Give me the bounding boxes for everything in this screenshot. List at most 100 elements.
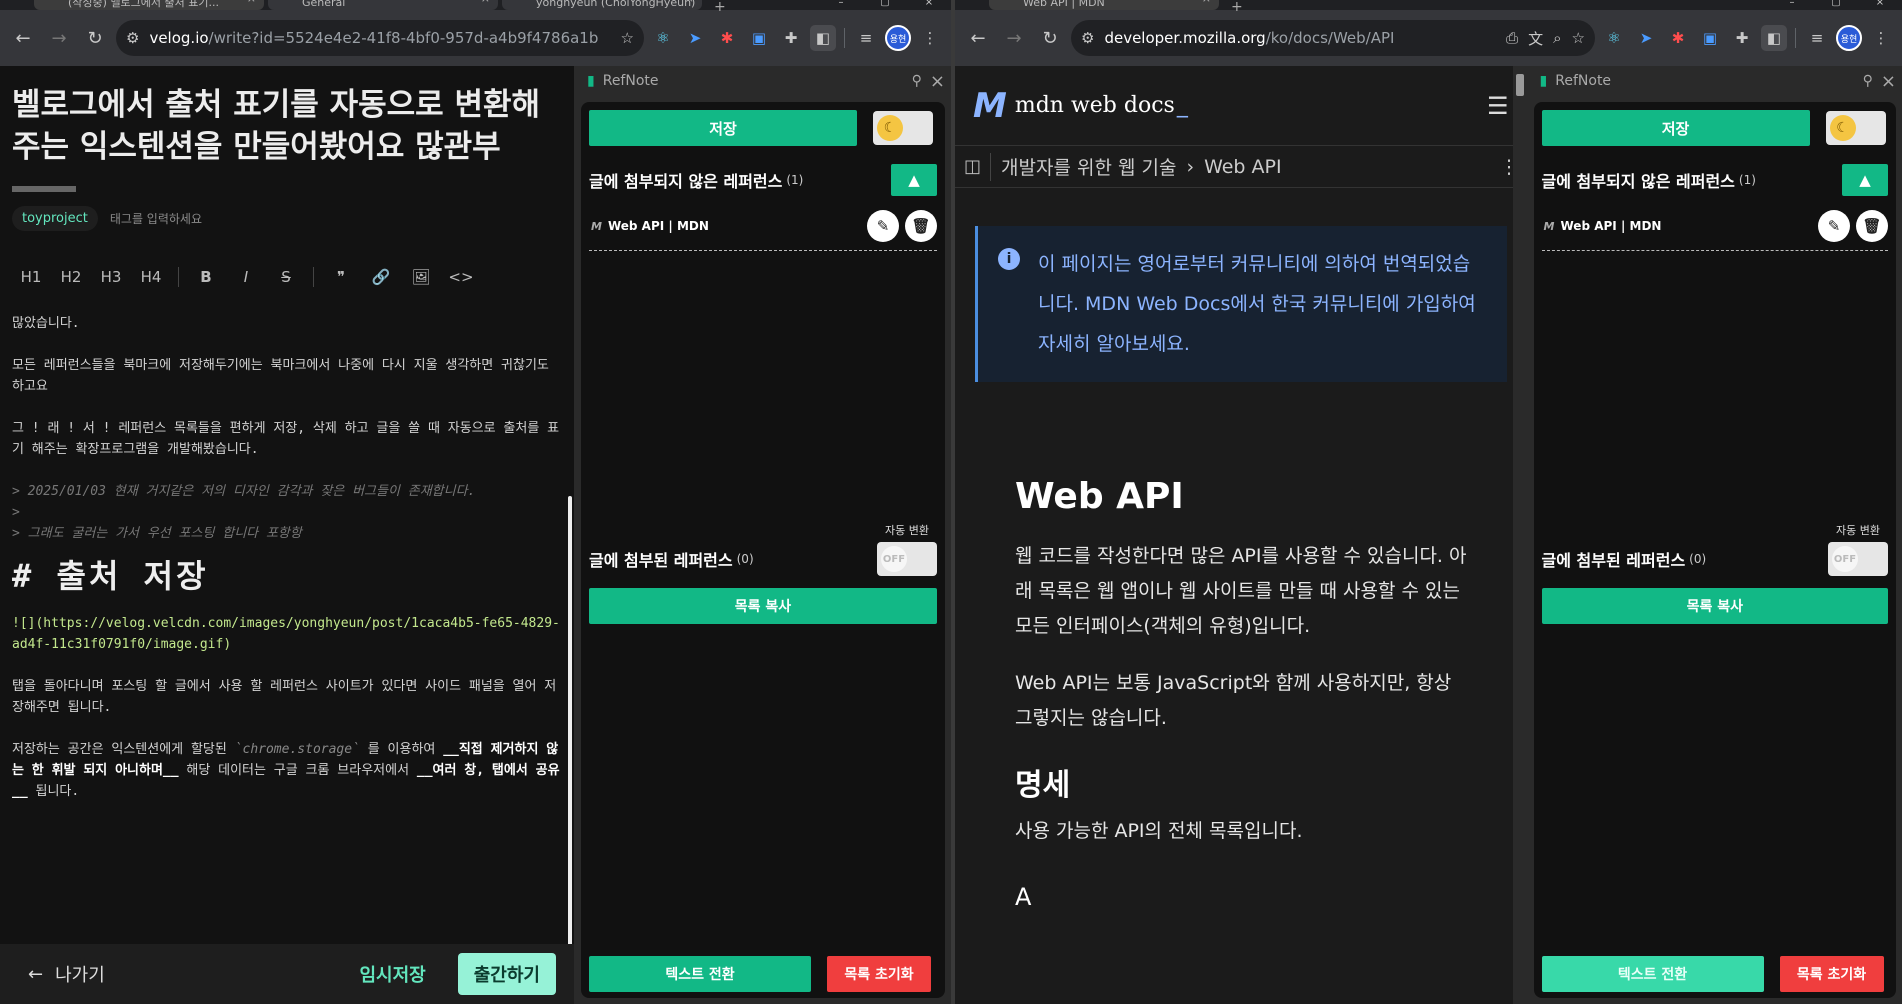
reading-list-icon[interactable]: ≡ <box>853 25 879 51</box>
edit-pencil-icon[interactable]: ✎ <box>867 210 899 242</box>
page-scrollbar[interactable] <box>1512 66 1527 1004</box>
save-reference-button[interactable]: 저장 <box>1541 110 1810 146</box>
tag-input[interactable]: 태그를 입력하세요 <box>110 210 202 227</box>
breadcrumb-current[interactable]: Web API <box>1204 156 1282 178</box>
reference-item[interactable]: M Web API | MDN ✎ 🗑 <box>1541 204 1888 251</box>
minimize-icon[interactable]: – <box>1770 0 1814 10</box>
close-window-icon[interactable]: × <box>1858 0 1902 10</box>
red-extension-icon[interactable]: ✱ <box>1665 25 1691 51</box>
cursor-extension-icon[interactable]: ➤ <box>682 25 708 51</box>
extensions-puzzle-icon[interactable]: ✚ <box>1729 25 1755 51</box>
forward-icon[interactable]: → <box>999 23 1029 53</box>
breadcrumb-link[interactable]: 개발자를 위한 웹 기술 <box>1001 153 1176 180</box>
menu-kebab-icon[interactable]: ⋮ <box>1868 25 1894 51</box>
quote-button[interactable]: ❞ <box>328 268 354 286</box>
new-tab-button[interactable]: + <box>706 0 734 14</box>
site-info-icon[interactable]: ⚙ <box>1081 29 1094 47</box>
dark-mode-toggle[interactable]: ☾ <box>873 111 933 145</box>
translate-icon[interactable]: 文 <box>1528 28 1543 49</box>
collapse-button[interactable]: ▲ <box>891 164 937 196</box>
address-bar[interactable]: ⚙ developer.mozilla.org/ko/docs/Web/API … <box>1071 20 1595 56</box>
site-info-icon[interactable]: ⚙ <box>126 29 139 47</box>
heading2-button[interactable]: H2 <box>58 268 84 286</box>
side-panel-icon[interactable]: ◧ <box>810 25 836 51</box>
tab-mdn[interactable]: Web API | MDN × <box>989 0 1219 10</box>
react-devtools-icon[interactable]: ⚛ <box>650 25 676 51</box>
edit-pencil-icon[interactable]: ✎ <box>1818 210 1850 242</box>
back-icon[interactable]: ← <box>963 23 993 53</box>
save-reference-button[interactable]: 저장 <box>589 110 857 146</box>
reset-list-button[interactable]: 목록 초기화 <box>827 956 931 992</box>
heading1-button[interactable]: H1 <box>18 268 44 286</box>
minimize-icon[interactable]: – <box>819 0 863 10</box>
reset-list-button[interactable]: 목록 초기화 <box>1779 956 1884 992</box>
reload-icon[interactable]: ↻ <box>80 23 110 53</box>
image-button[interactable]: 🖼 <box>408 268 434 286</box>
close-icon[interactable]: × <box>1881 71 1896 92</box>
heading3-button[interactable]: H3 <box>98 268 124 286</box>
close-icon[interactable]: × <box>930 71 945 92</box>
dark-mode-toggle[interactable]: ☾ <box>1825 111 1886 145</box>
react-devtools-icon[interactable]: ⚛ <box>1601 25 1627 51</box>
bookmark-star-icon[interactable]: ☆ <box>621 29 634 47</box>
cursor-extension-icon[interactable]: ➤ <box>1633 25 1659 51</box>
sidebar-toggle-icon[interactable]: ◫ <box>963 152 991 181</box>
tab-velog[interactable]: (작성중) 벨로그에서 출처 표기... × <box>34 0 264 10</box>
mdn-logo-text[interactable]: mdn web docs <box>1015 93 1175 118</box>
markdown-editor-body[interactable]: 많았습니다. 모든 레퍼런스들을 북마크에 저장해두기에는 북마크에서 나중에 … <box>0 287 574 802</box>
auto-convert-toggle[interactable]: OFF <box>877 542 937 576</box>
hamburger-menu-icon[interactable]: ☰ <box>1487 92 1509 120</box>
install-app-icon[interactable]: ⎙ <box>1506 29 1518 47</box>
note-extension-icon[interactable]: ▣ <box>746 25 772 51</box>
pin-icon[interactable]: ⚲ <box>912 73 922 89</box>
link-button[interactable]: 🔗 <box>368 268 394 286</box>
text-convert-button[interactable]: 텍스트 전환 <box>589 956 811 992</box>
new-tab-button[interactable]: + <box>1223 0 1251 14</box>
tag-chip[interactable]: toyproject <box>12 206 98 231</box>
exit-button[interactable]: ← 나가기 <box>18 961 105 987</box>
zoom-icon[interactable]: ⌕ <box>1553 29 1561 47</box>
strikethrough-button[interactable]: S <box>273 268 299 286</box>
notice-text[interactable]: 이 페이지는 영어로부터 커뮤니티에 의하여 번역되었습니다. MDN Web … <box>1038 253 1476 355</box>
auto-convert-toggle[interactable]: OFF <box>1828 542 1888 576</box>
reference-item[interactable]: M Web API | MDN ✎ 🗑 <box>589 204 937 251</box>
forward-icon[interactable]: → <box>44 23 74 53</box>
copy-list-button[interactable]: 목록 복사 <box>1541 588 1888 624</box>
red-extension-icon[interactable]: ✱ <box>714 25 740 51</box>
close-icon[interactable]: × <box>247 0 256 4</box>
trash-icon[interactable]: 🗑 <box>905 210 937 242</box>
maximize-icon[interactable]: ▢ <box>863 0 907 10</box>
pin-icon[interactable]: ⚲ <box>1863 73 1873 89</box>
scrollbar-thumb[interactable] <box>1515 74 1524 96</box>
heading4-button[interactable]: H4 <box>138 268 164 286</box>
back-icon[interactable]: ← <box>8 23 38 53</box>
maximize-icon[interactable]: ▢ <box>1814 0 1858 10</box>
copy-list-button[interactable]: 목록 복사 <box>589 588 937 624</box>
tab-github[interactable]: yonghyeun (ChoiYongHyeun)× <box>502 0 702 10</box>
note-extension-icon[interactable]: ▣ <box>1697 25 1723 51</box>
italic-button[interactable]: I <box>233 268 259 286</box>
publish-button[interactable]: 출간하기 <box>457 953 556 995</box>
menu-kebab-icon[interactable]: ⋮ <box>917 25 943 51</box>
trash-icon[interactable]: 🗑 <box>1856 210 1888 242</box>
bookmark-star-icon[interactable]: ☆ <box>1572 29 1585 47</box>
reading-list-icon[interactable]: ≡ <box>1804 25 1830 51</box>
close-window-icon[interactable]: × <box>907 0 951 10</box>
editor-scrollbar[interactable] <box>568 496 572 976</box>
address-bar[interactable]: ⚙ velog.io/write?id=5524e4e2-41f8-4bf0-9… <box>116 20 644 56</box>
avatar[interactable]: 용현 <box>885 25 911 51</box>
close-icon[interactable]: × <box>1202 0 1211 4</box>
mdn-logo-icon[interactable]: M <box>973 86 1007 126</box>
post-title-input[interactable]: 벨로그에서 출처 표기를 자동으로 변환해주는 익스텐션을 만들어봤어요 많관부 <box>0 66 574 168</box>
close-icon[interactable]: × <box>481 0 490 4</box>
collapse-button[interactable]: ▲ <box>1842 164 1888 196</box>
tab-general[interactable]: General × <box>268 0 498 10</box>
save-draft-button[interactable]: 임시저장 <box>360 961 426 987</box>
side-panel-icon[interactable]: ◧ <box>1761 25 1787 51</box>
code-button[interactable]: <> <box>448 268 474 286</box>
bold-button[interactable]: B <box>193 268 219 286</box>
close-icon[interactable]: × <box>685 0 694 4</box>
avatar[interactable]: 용현 <box>1836 25 1862 51</box>
reload-icon[interactable]: ↻ <box>1035 23 1065 53</box>
text-convert-button[interactable]: 텍스트 전환 <box>1541 956 1764 992</box>
